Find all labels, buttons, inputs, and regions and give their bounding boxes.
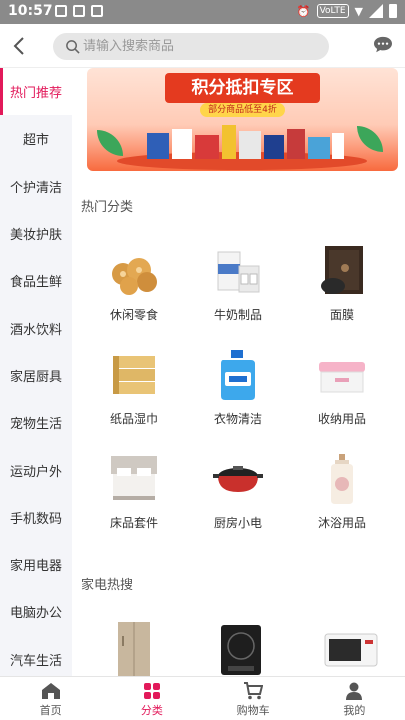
sidebar-item-office[interactable]: 电脑办公 [0,588,72,635]
category-label: 休闲零食 [109,308,158,322]
nav-cart[interactable]: 购物车 [203,677,304,720]
nav-home[interactable]: 首页 [0,677,101,720]
category-milk[interactable]: 牛奶制品 [186,244,290,340]
signal-icon [369,4,383,18]
products-illustration [147,125,344,159]
search-bar[interactable] [53,33,329,60]
sidebar-item-digital[interactable]: 手机数码 [0,494,72,541]
detergent-icon [221,350,255,400]
notification-icons [55,5,103,17]
status-bar: 10:57 ⏰ VoLTE ▼ [0,0,405,24]
category-label: 衣物清洁 [213,412,262,426]
top-header [0,24,405,68]
fridge-icon[interactable] [116,622,152,676]
image-notification-icon [73,5,85,17]
search-icon [66,40,80,54]
sidebar-item-label: 酒水饮料 [9,322,62,338]
wifi-icon: ▼ [354,4,363,18]
category-icon [143,683,160,699]
microwave-icon[interactable] [324,630,378,670]
category-bedding[interactable]: 床品套件 [82,452,186,548]
category-label: 牛奶制品 [213,308,262,322]
category-label: 纸品湿巾 [109,412,158,426]
volte-badge: VoLTE [316,4,349,18]
sidebar-item-fresh-food[interactable]: 食品生鲜 [0,257,72,304]
hot-categories-title: 热门分类 [81,200,134,215]
user-icon [346,682,363,700]
sidebar-item-appliances[interactable]: 家用电器 [0,541,72,588]
body-wash-icon [331,454,353,504]
appliance-hot-title: 家电热搜 [81,578,134,593]
sidebar-item-auto[interactable]: 汽车生活 [0,636,72,676]
notification-icon [55,5,67,17]
category-label: 厨房小电 [213,516,262,530]
main-content: 积分抵扣专区 部分商品低至4折 热门分类 休闲零食 牛奶制品 面膜 纸品湿巾 衣… [72,68,405,676]
category-snacks[interactable]: 休闲零食 [82,244,186,340]
category-sidebar: 热门推荐 超市 个护清洁 美妆护肤 食品生鲜 酒水饮料 家居厨具 宠物生活 运动… [0,68,72,676]
sidebar-item-label: 电脑办公 [9,606,62,622]
sidebar-item-personal-care[interactable]: 个护清洁 [0,163,72,210]
nav-category[interactable]: 分类 [101,677,202,720]
category-bath[interactable]: 沐浴用品 [290,452,394,548]
sidebar-item-label: 热门推荐 [9,86,62,102]
status-time: 10:57 [8,3,53,19]
category-facemask[interactable]: 面膜 [290,244,394,340]
snack-icon [112,258,157,295]
hotpot-icon [213,466,263,492]
sidebar-item-label: 个护清洁 [9,180,62,196]
download-notification-icon [91,5,103,17]
bottom-nav: 首页 分类 购物车 我的 [0,676,405,720]
category-label: 面膜 [329,308,354,322]
search-input[interactable] [83,33,323,60]
message-icon[interactable] [373,36,393,54]
sidebar-item-label: 食品生鲜 [9,275,62,291]
sidebar-item-label: 运动户外 [9,464,62,480]
nav-label: 首页 [39,704,62,717]
leaf-decoration [97,130,123,156]
induction-cooker-icon[interactable] [220,624,262,676]
sidebar-item-label: 手机数码 [9,511,62,527]
tissue-icon [113,356,155,394]
bed-icon [111,456,157,500]
sidebar-item-outdoor[interactable]: 运动户外 [0,446,72,493]
sidebar-item-beauty[interactable]: 美妆护肤 [0,210,72,257]
nav-label: 我的 [343,704,366,717]
back-arrow-icon[interactable] [10,34,30,58]
battery-icon [389,4,397,18]
facemask-icon [321,246,363,294]
points-banner[interactable]: 积分抵扣专区 部分商品低至4折 [87,68,398,171]
sidebar-item-supermarket[interactable]: 超市 [0,115,72,162]
nav-label: 分类 [140,704,163,717]
category-storage[interactable]: 收纳用品 [290,348,394,444]
sidebar-item-label: 汽车生活 [9,653,62,669]
category-tissue[interactable]: 纸品湿巾 [82,348,186,444]
category-kitchen-appliance[interactable]: 厨房小电 [186,452,290,548]
leaf-decoration [357,126,383,152]
sidebar-item-hot[interactable]: 热门推荐 [0,68,72,116]
home-icon [41,683,60,699]
sidebar-item-label: 美妆护肤 [9,228,62,244]
sidebar-item-drinks[interactable]: 酒水饮料 [0,304,72,351]
banner-subtitle: 部分商品低至4折 [200,103,285,117]
category-label: 沐浴用品 [317,516,366,530]
sidebar-item-label: 超市 [22,133,49,149]
cart-icon [244,682,264,700]
banner-title: 积分抵扣专区 [165,73,320,103]
system-icons: ⏰ VoLTE ▼ [297,4,397,18]
category-label: 床品套件 [109,516,158,530]
nav-label: 购物车 [236,704,270,717]
sidebar-item-label: 家用电器 [9,559,62,575]
nav-profile[interactable]: 我的 [304,677,405,720]
sidebar-item-home-kitchen[interactable]: 家居厨具 [0,352,72,399]
sidebar-item-pets[interactable]: 宠物生活 [0,399,72,446]
alarm-icon: ⏰ [296,4,311,18]
sidebar-item-label: 宠物生活 [9,417,62,433]
category-laundry[interactable]: 衣物清洁 [186,348,290,444]
sidebar-item-label: 家居厨具 [9,369,62,385]
storage-box-icon [319,362,365,393]
category-label: 收纳用品 [317,412,366,426]
milk-icon [217,251,260,293]
